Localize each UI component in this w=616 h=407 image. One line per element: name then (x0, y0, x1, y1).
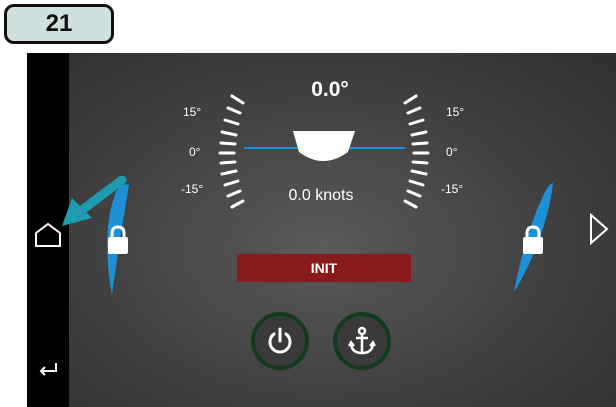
hull-indicator (293, 131, 355, 161)
anchor-button[interactable] (333, 312, 391, 370)
right-scale-label-mid: 0° (446, 145, 458, 159)
left-scale-label-top: 15° (183, 105, 202, 119)
right-scale-label-top: 15° (446, 105, 465, 119)
pointer-arrow-icon (62, 176, 127, 226)
left-scale-label-bottom: -15° (181, 182, 204, 196)
power-icon (268, 327, 292, 354)
left-scale-label-mid: 0° (189, 145, 201, 159)
speed-readout: 0.0 knots (288, 187, 354, 204)
heel-angle-readout: 0.0° (311, 78, 349, 101)
right-lock-icon (523, 225, 543, 254)
power-button[interactable] (251, 312, 309, 370)
init-button[interactable]: INIT (237, 254, 411, 282)
anchor-icon (348, 326, 376, 355)
right-scale-label-bottom: -15° (441, 182, 464, 196)
